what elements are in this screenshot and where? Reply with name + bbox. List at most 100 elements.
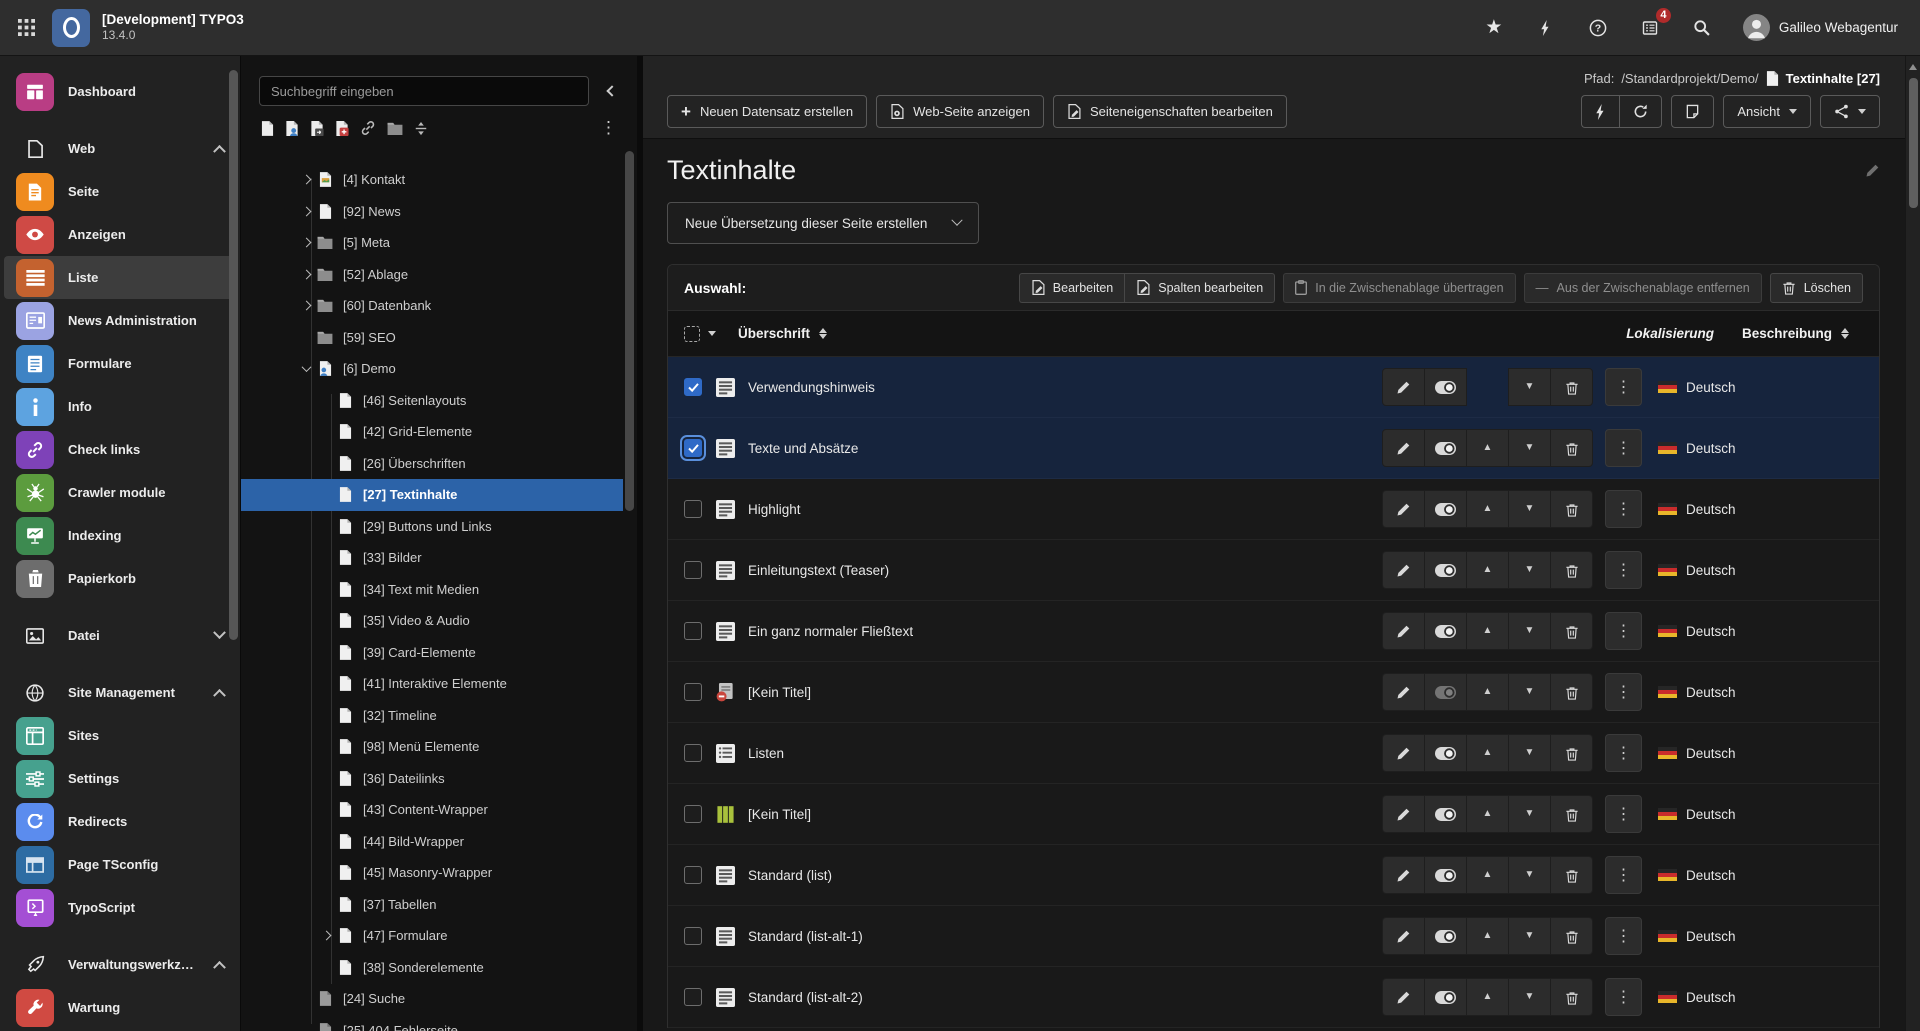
toggle-visibility-button[interactable] bbox=[1424, 429, 1467, 467]
expander-slot[interactable] bbox=[297, 202, 315, 220]
sidebar-item-site-management[interactable]: Site Management bbox=[4, 671, 236, 714]
move-down-button[interactable]: ▼ bbox=[1508, 551, 1551, 589]
sidebar-item-typoscript[interactable]: TypoScript bbox=[4, 886, 236, 929]
delete-record-button[interactable] bbox=[1550, 551, 1593, 589]
sidebar-item-seite[interactable]: Seite bbox=[4, 170, 236, 213]
move-down-button[interactable]: ▼ bbox=[1508, 917, 1551, 955]
move-down-button[interactable]: ▼ bbox=[1508, 368, 1551, 406]
edit-page-properties-button[interactable]: Seiteneigenschaften bearbeiten bbox=[1053, 95, 1287, 128]
tree-node-4-kontakt[interactable]: [4] Kontakt bbox=[241, 164, 623, 196]
move-up-button[interactable]: ▲ bbox=[1466, 490, 1509, 528]
row-checkbox[interactable] bbox=[684, 561, 702, 579]
toggle-visibility-button[interactable] bbox=[1424, 856, 1467, 894]
edit-record-button[interactable] bbox=[1382, 673, 1425, 711]
tree-node-32-timeline[interactable]: [32] Timeline bbox=[241, 700, 623, 732]
tree-node-46-seitenlayouts[interactable]: [46] Seitenlayouts bbox=[241, 385, 623, 417]
tree-node-29-buttons-und-links[interactable]: [29] Buttons und Links bbox=[241, 511, 623, 543]
selection-dropdown-icon[interactable] bbox=[708, 331, 716, 336]
sidebar-item-formulare[interactable]: Formulare bbox=[4, 342, 236, 385]
sidebar-item-sites[interactable]: Sites bbox=[4, 714, 236, 757]
expander-slot[interactable] bbox=[297, 297, 315, 315]
move-down-button[interactable]: ▼ bbox=[1508, 673, 1551, 711]
toggle-visibility-button[interactable] bbox=[1424, 612, 1467, 650]
row-more-button[interactable]: ⋮ bbox=[1605, 490, 1642, 528]
delete-record-button[interactable] bbox=[1550, 490, 1593, 528]
sidebar-item-papierkorb[interactable]: Papierkorb bbox=[4, 557, 236, 600]
select-all-checkbox[interactable] bbox=[684, 326, 700, 342]
sidebar-item-check-links[interactable]: Check links bbox=[4, 428, 236, 471]
edit-record-button[interactable] bbox=[1382, 734, 1425, 772]
delete-record-button[interactable] bbox=[1550, 368, 1593, 406]
move-down-button[interactable]: ▼ bbox=[1508, 734, 1551, 772]
move-down-button[interactable]: ▼ bbox=[1508, 978, 1551, 1016]
expander-slot[interactable] bbox=[297, 234, 315, 252]
move-up-button[interactable]: ▲ bbox=[1466, 429, 1509, 467]
move-up-button[interactable]: ▲ bbox=[1466, 917, 1509, 955]
toggle-visibility-button[interactable] bbox=[1424, 673, 1467, 711]
edit-selected-button[interactable]: Bearbeiten bbox=[1019, 273, 1124, 303]
edit-title-icon[interactable] bbox=[1865, 163, 1880, 178]
move-down-button[interactable]: ▼ bbox=[1508, 612, 1551, 650]
row-checkbox[interactable] bbox=[684, 439, 702, 457]
tree-node-25-404-fehlerseite[interactable]: [25] 404 Fehlerseite bbox=[241, 1015, 623, 1031]
toggle-visibility-button[interactable] bbox=[1424, 551, 1467, 589]
edit-record-button[interactable] bbox=[1382, 978, 1425, 1016]
typo3-logo[interactable] bbox=[52, 9, 90, 47]
user-menu[interactable]: Galileo Webagentur bbox=[1743, 14, 1898, 41]
new-page-button[interactable] bbox=[261, 121, 274, 136]
row-more-button[interactable]: ⋮ bbox=[1605, 795, 1642, 833]
tree-node-36-dateilinks[interactable]: [36] Dateilinks bbox=[241, 763, 623, 795]
edit-record-button[interactable] bbox=[1382, 368, 1425, 406]
edit-columns-button[interactable]: Spalten bearbeiten bbox=[1124, 273, 1275, 303]
move-up-button[interactable]: ▲ bbox=[1466, 551, 1509, 589]
row-more-button[interactable]: ⋮ bbox=[1605, 551, 1642, 589]
clipboard-remove-button[interactable]: — Aus der Zwischenablage entfernen bbox=[1524, 273, 1762, 303]
sidebar-item-wartung[interactable]: Wartung bbox=[4, 986, 236, 1029]
tree-node-98-men-elemente[interactable]: [98] Menü Elemente bbox=[241, 731, 623, 763]
tree-node-5-meta[interactable]: [5] Meta bbox=[241, 227, 623, 259]
expander-slot[interactable] bbox=[297, 171, 315, 189]
row-more-button[interactable]: ⋮ bbox=[1605, 673, 1642, 711]
main-scrollbar[interactable] bbox=[1905, 56, 1920, 1031]
expander-slot[interactable] bbox=[317, 927, 335, 945]
row-more-button[interactable]: ⋮ bbox=[1605, 429, 1642, 467]
row-checkbox[interactable] bbox=[684, 988, 702, 1006]
row-checkbox[interactable] bbox=[684, 500, 702, 518]
paste-page-button[interactable] bbox=[310, 121, 324, 136]
tree-search-input[interactable] bbox=[259, 76, 589, 106]
sidebar-item-page-tsconfig[interactable]: Page TSconfig bbox=[4, 843, 236, 886]
move-up-button[interactable]: ▲ bbox=[1466, 612, 1509, 650]
tree-node-33-bilder[interactable]: [33] Bilder bbox=[241, 542, 623, 574]
sidebar-item-news-administration[interactable]: News Administration bbox=[4, 299, 236, 342]
delete-record-button[interactable] bbox=[1550, 978, 1593, 1016]
clipboard-add-button[interactable]: In die Zwischenablage übertragen bbox=[1283, 273, 1515, 303]
row-checkbox[interactable] bbox=[684, 378, 702, 396]
tree-node-35-video-audio[interactable]: [35] Video & Audio bbox=[241, 605, 623, 637]
sidebar-item-anzeigen[interactable]: Anzeigen bbox=[4, 213, 236, 256]
bookmark-button[interactable]: ★ bbox=[1483, 17, 1505, 39]
folder-button[interactable] bbox=[387, 122, 403, 135]
tree-node-37-tabellen[interactable]: [37] Tabellen bbox=[241, 889, 623, 921]
row-more-button[interactable]: ⋮ bbox=[1605, 978, 1642, 1016]
delete-record-button[interactable] bbox=[1550, 917, 1593, 955]
row-checkbox[interactable] bbox=[684, 866, 702, 884]
sidebar-item-crawler-module[interactable]: Crawler module bbox=[4, 471, 236, 514]
move-down-button[interactable]: ▼ bbox=[1508, 429, 1551, 467]
sidebar-item-verwaltungswerkz[interactable]: Verwaltungswerkz… bbox=[4, 943, 236, 986]
move-down-button[interactable]: ▼ bbox=[1508, 490, 1551, 528]
sidebar-item-indexing[interactable]: Indexing bbox=[4, 514, 236, 557]
toggle-visibility-button[interactable] bbox=[1424, 368, 1467, 406]
tree-node-27-textinhalte[interactable]: [27] Textinhalte bbox=[241, 479, 623, 511]
collapse-tree-button[interactable] bbox=[601, 80, 623, 102]
tree-more-button[interactable]: ⋮ bbox=[594, 118, 623, 138]
tree-node-59-seo[interactable]: [59] SEO bbox=[241, 322, 623, 354]
new-record-button[interactable]: + Neuen Datensatz erstellen bbox=[667, 95, 867, 128]
help-button[interactable]: ? bbox=[1587, 17, 1609, 39]
edit-record-button[interactable] bbox=[1382, 429, 1425, 467]
tree-node-26-berschriften[interactable]: [26] Überschriften bbox=[241, 448, 623, 480]
view-webpage-button[interactable]: Web-Seite anzeigen bbox=[876, 95, 1044, 128]
row-more-button[interactable]: ⋮ bbox=[1605, 856, 1642, 894]
shortcut-note-button[interactable] bbox=[1671, 95, 1714, 128]
tree-node-43-content-wrapper[interactable]: [43] Content-Wrapper bbox=[241, 794, 623, 826]
row-checkbox[interactable] bbox=[684, 805, 702, 823]
